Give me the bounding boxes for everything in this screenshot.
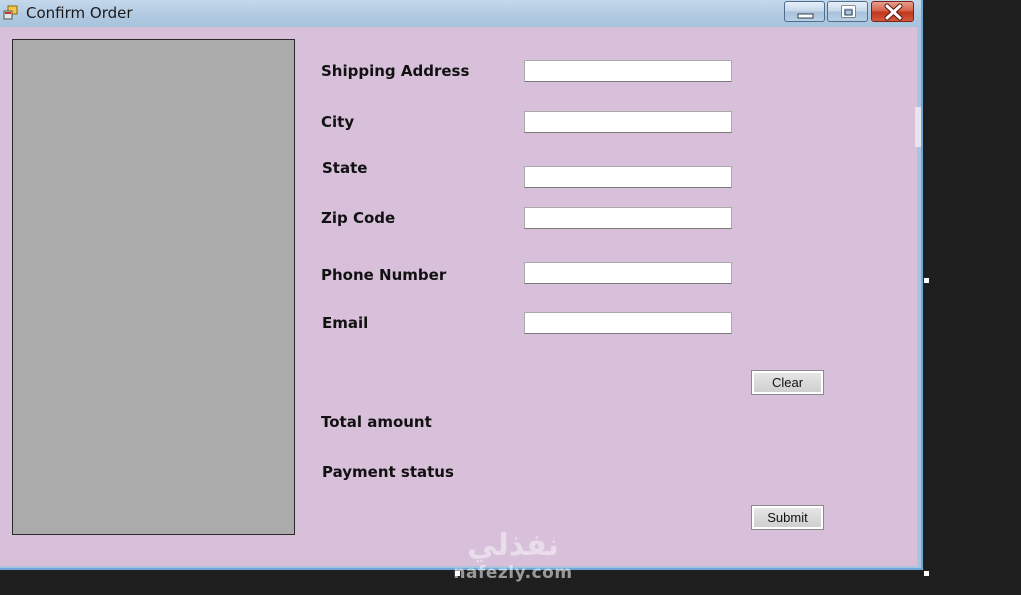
phone-number-input[interactable] [524,262,732,284]
resize-handle-right[interactable] [923,277,930,284]
submit-button[interactable]: Submit [751,505,824,530]
shipping-address-input[interactable] [524,60,732,82]
phone-number-label: Phone Number [321,266,447,284]
app-form-icon [3,5,18,20]
shipping-address-label: Shipping Address [321,62,470,80]
close-button[interactable] [871,1,914,22]
zip-code-label: Zip Code [321,209,396,227]
minimize-icon [797,13,814,19]
form-client-area: Shipping Address City State Zip Code Pho… [0,27,921,566]
email-input[interactable] [524,312,732,334]
maximize-button[interactable] [827,1,868,22]
minimize-button[interactable] [784,1,825,22]
resize-handle-corner[interactable] [923,570,930,577]
watermark: نفذلي nafezly.com [448,528,578,582]
watermark-arabic: نفذلي [467,528,559,563]
city-label: City [321,113,355,131]
city-input[interactable] [524,111,732,133]
screen: Confirm Order Shipping Address City Stat… [0,0,1021,595]
payment-status-label: Payment status [322,463,454,481]
confirm-order-window: Confirm Order Shipping Address City Stat… [0,0,923,570]
maximize-icon [841,5,856,18]
window-title: Confirm Order [26,4,133,22]
state-input[interactable] [524,166,732,188]
total-amount-label: Total amount [321,413,432,431]
zip-code-input[interactable] [524,207,732,229]
email-label: Email [322,314,369,332]
scrollbar[interactable] [915,107,921,147]
close-icon [884,3,903,21]
clear-button[interactable]: Clear [751,370,824,395]
product-image-panel [12,39,295,535]
title-bar[interactable]: Confirm Order [0,0,921,27]
watermark-latin: nafezly.com [453,563,573,583]
state-label: State [322,159,368,177]
